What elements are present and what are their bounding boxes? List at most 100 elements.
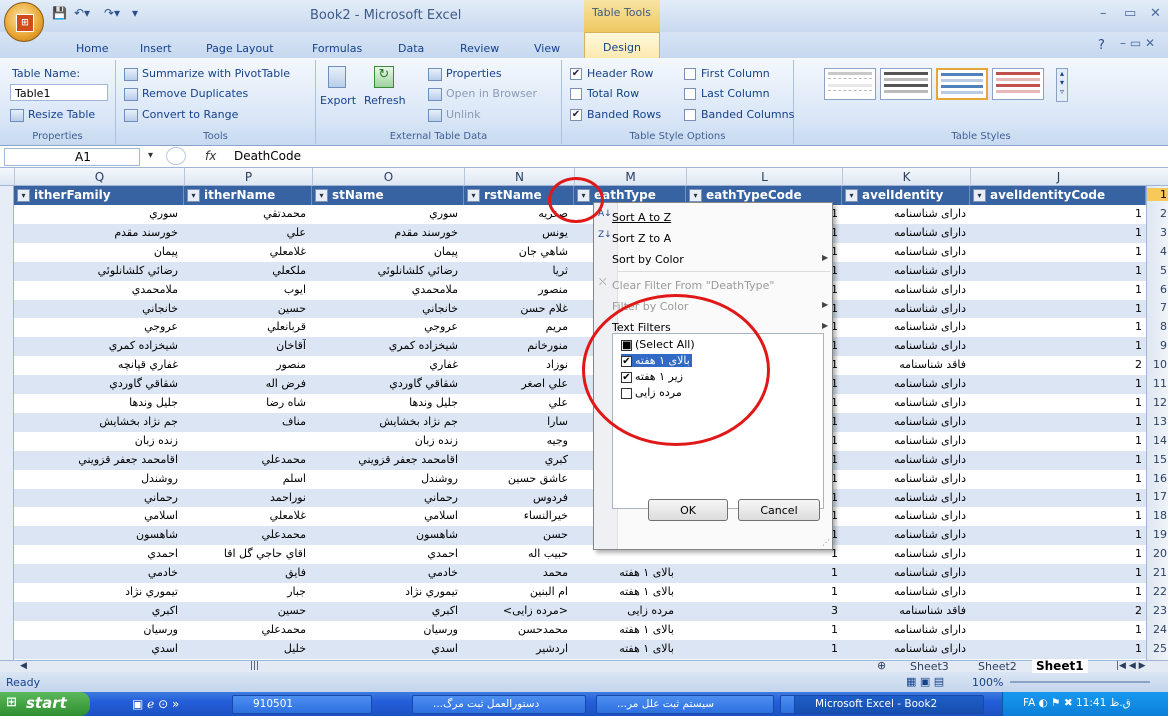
table-cell[interactable]: شقاقي گاوردي [14, 377, 178, 393]
table-cell[interactable]: بالای ۱ هفته [574, 566, 674, 582]
export-button[interactable]: Export [320, 94, 356, 107]
table-cell[interactable]: اسدي [312, 642, 458, 658]
table-cell[interactable]: 1 [970, 264, 1142, 280]
table-cell[interactable]: خادمي [312, 566, 458, 582]
banded-columns-checkbox[interactable]: Banded Columns [684, 108, 794, 121]
table-cell[interactable]: اسلامي [14, 509, 178, 525]
row-number[interactable]: 14 [1147, 434, 1168, 447]
table-cell[interactable]: 1 [686, 623, 838, 639]
properties-button[interactable]: Properties [428, 67, 502, 81]
row-number[interactable]: 17 [1147, 490, 1168, 503]
table-cell[interactable]: دارای شناسنامه [842, 642, 966, 658]
table-cell[interactable]: اسدي [14, 642, 178, 658]
table-cell[interactable]: روشندل [312, 472, 458, 488]
filter-dropdown-icon[interactable]: ▾ [17, 189, 30, 202]
table-cell[interactable]: غفاري قپانچه [14, 358, 178, 374]
table-cell[interactable]: مرده زایی [574, 604, 674, 620]
table-cell[interactable]: سوري [14, 207, 178, 223]
table-cell[interactable]: 1 [970, 472, 1142, 488]
table-cell[interactable]: دارای شناسنامه [842, 509, 966, 525]
header-row-checkbox[interactable]: ✔ Header Row [570, 67, 653, 80]
table-cell[interactable]: 1 [970, 377, 1142, 393]
table-cell[interactable]: علي [464, 396, 568, 412]
sort-a-z-item[interactable]: Sort A to Z [612, 211, 671, 224]
save-icon[interactable]: 💾 [52, 6, 67, 24]
row-number[interactable]: 24 [1147, 623, 1168, 636]
row-number[interactable]: 13 [1147, 415, 1168, 428]
table-cell[interactable]: جم نژاد بخشايش [14, 415, 178, 431]
start-button[interactable]: ⊞ start [0, 692, 90, 716]
table-cell[interactable]: 1 [686, 585, 838, 601]
table-cell[interactable]: علي اصغر [464, 377, 568, 393]
table-cell[interactable]: 1 [970, 415, 1142, 431]
help-icon[interactable]: ? [1098, 38, 1105, 53]
table-cell[interactable]: 2 [970, 604, 1142, 620]
table-row[interactable]: خادمي فايق خادمي محمد بالای ۱ هفته 1 دارای شنا… [14, 564, 1146, 583]
table-style-swatch-selected[interactable] [936, 68, 988, 100]
table-cell[interactable]: اكبري [14, 604, 178, 620]
table-cell[interactable]: دارای شناسنامه [842, 339, 966, 355]
horizontal-scrollbar[interactable]: ||| [250, 661, 259, 671]
table-cell[interactable]: خليل [184, 642, 306, 658]
table-cell[interactable]: عروجي [14, 320, 178, 336]
table-cell[interactable]: بالای ۱ هفته [574, 642, 674, 658]
table-cell[interactable]: فاقد شناسنامه [842, 604, 966, 620]
filter-dropdown-icon[interactable]: ▾ [689, 189, 702, 202]
table-cell[interactable]: ورسيان [14, 623, 178, 639]
qat-customize-icon[interactable]: ▾ [132, 6, 138, 24]
row-number[interactable]: 22 [1147, 585, 1168, 598]
row-number[interactable]: 7 [1147, 301, 1168, 314]
unlink-button[interactable]: Unlink [428, 108, 480, 122]
table-cell[interactable]: دارای شناسنامه [842, 528, 966, 544]
table-cell[interactable]: رضائي كلشانلوئي [312, 264, 458, 280]
table-cell[interactable]: احمدي [312, 547, 458, 563]
table-cell[interactable]: قربانعلي [184, 320, 306, 336]
styles-scroll-icon[interactable]: ▴ ▾ ▿ [1056, 68, 1068, 102]
table-cell[interactable]: منورخانم [464, 339, 568, 355]
banded-rows-checkbox[interactable]: ✔ Banded Rows [570, 108, 661, 121]
table-cell[interactable]: اكبري [312, 604, 458, 620]
table-cell[interactable]: سوري [312, 207, 458, 223]
resize-grip-icon[interactable]: ⋰ [822, 538, 830, 547]
table-cell[interactable]: ايوب [184, 283, 306, 299]
tab-page-layout[interactable]: Page Layout [206, 42, 274, 55]
column-header-j[interactable]: J [970, 168, 1146, 186]
table-cell[interactable]: 1 [970, 320, 1142, 336]
row-number[interactable]: 20 [1147, 547, 1168, 560]
table-row[interactable]: پيمان غلامعلي پيمان شاهي جان 1 دارای شناسنامه… [14, 243, 1146, 262]
table-cell[interactable]: 1 [970, 509, 1142, 525]
filter-dropdown-icon[interactable]: ▾ [467, 189, 480, 202]
row-number[interactable]: 3 [1147, 226, 1168, 239]
first-column-checkbox[interactable]: First Column [684, 67, 770, 80]
table-row[interactable]: اسدي خليل اسدي اردشير بالای ۱ هفته 1 دارای شنا… [14, 639, 1146, 659]
table-cell[interactable]: دارای شناسنامه [842, 245, 966, 261]
table-cell[interactable]: شقاقي گاوردي [312, 377, 458, 393]
table-cell[interactable]: دارای شناسنامه [842, 415, 966, 431]
table-cell[interactable]: بالای ۱ هفته [574, 585, 674, 601]
office-button[interactable]: ⊞ [4, 2, 44, 42]
taskbar-item-folder[interactable]: 910501 [232, 695, 372, 714]
table-cell[interactable]: نوزاد [464, 358, 568, 374]
table-cell[interactable]: 1 [970, 302, 1142, 318]
name-box[interactable]: A1 [4, 148, 140, 166]
table-cell[interactable]: غفاري [312, 358, 458, 374]
table-row[interactable]: غفاري قپانچه منصور غفاري نوزاد 1 فاقد شناسنام… [14, 356, 1146, 375]
table-row[interactable]: اقامحمد جعفر قزويني محمدعلي اقامحمد جعفر ق… [14, 450, 1146, 470]
table-cell[interactable]: محمد [464, 566, 568, 582]
table-cell[interactable]: 1 [970, 623, 1142, 639]
tab-insert[interactable]: Insert [140, 42, 172, 55]
cancel-button[interactable]: Cancel [738, 499, 820, 521]
table-cell[interactable]: 2 [970, 358, 1142, 374]
table-row[interactable]: ملامحمدي ايوب ملامحمدي منصور 1 دارای شناسنامه… [14, 281, 1146, 300]
quick-launch-icons[interactable]: ▣ ℯ ⊙ » [132, 697, 179, 711]
table-cell[interactable]: تيموري نژاد [312, 585, 458, 601]
tab-home[interactable]: Home [76, 42, 108, 55]
table-row[interactable]: خورسند مقدم علي خورسند مقدم يونس 1 دارای شناس… [14, 223, 1146, 243]
table-cell[interactable]: زنده زبان [312, 434, 458, 450]
table-cell[interactable]: ملكعلي [184, 264, 306, 280]
table-cell[interactable]: غلامعلي [184, 245, 306, 261]
sheet-tab-sheet1[interactable]: Sheet1 [1032, 659, 1088, 673]
table-cell[interactable]: 1 [686, 642, 838, 658]
zoom-level[interactable]: 100% [972, 676, 1003, 689]
tray-icons[interactable]: ◐ ⚑ ✖ [1039, 697, 1076, 709]
